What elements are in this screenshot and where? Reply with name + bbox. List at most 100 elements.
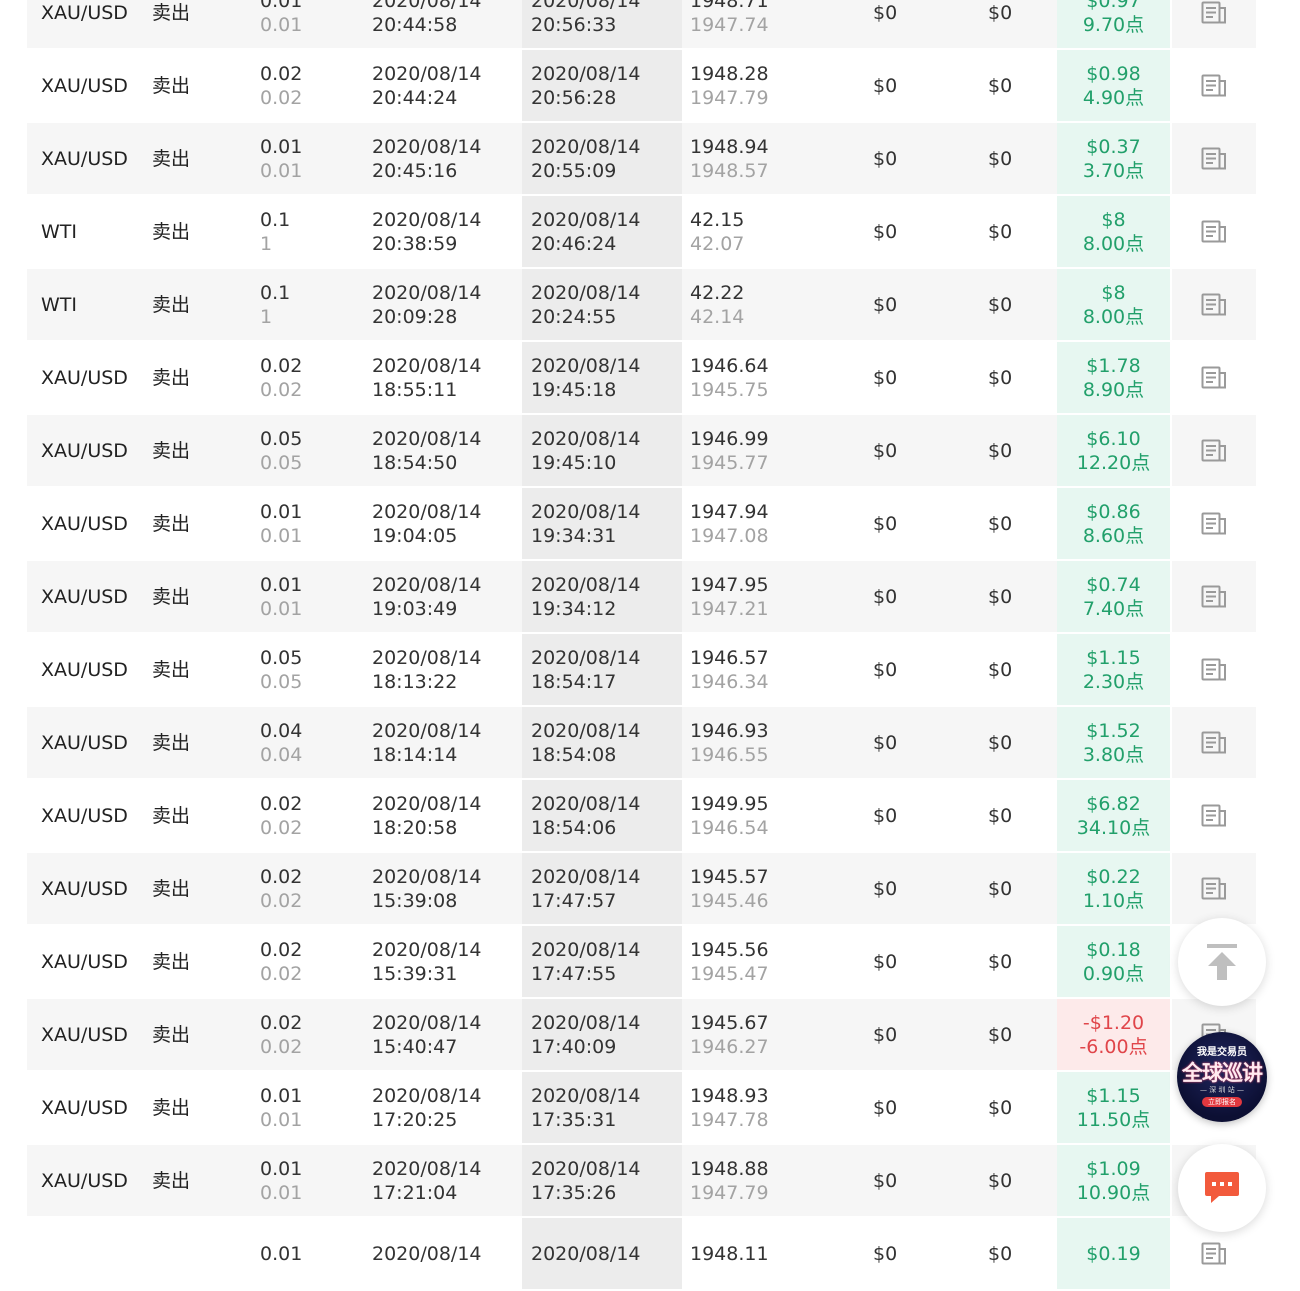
stop-loss: $0 bbox=[873, 950, 898, 973]
profit-points: 3.80点 bbox=[1082, 743, 1145, 766]
take-profit: $0 bbox=[988, 1242, 1013, 1265]
table-row: XAU/USD 卖出 0.01 0.01 2020/08/14 20:44:58… bbox=[27, 0, 1256, 50]
symbol-cell: XAU/USD bbox=[27, 561, 137, 632]
stop-loss-cell: $0 bbox=[827, 123, 941, 194]
lot-size-secondary: 0.04 bbox=[260, 743, 303, 766]
open-time: 18:55:11 bbox=[372, 378, 458, 401]
detail-action-cell bbox=[1172, 853, 1256, 924]
lot-size-secondary: 0.01 bbox=[260, 13, 303, 36]
document-icon[interactable] bbox=[1201, 1, 1227, 25]
open-date: 2020/08/14 bbox=[372, 573, 482, 596]
profit-cell: $0.18 0.90点 bbox=[1057, 926, 1170, 997]
direction-cell: 卖出 bbox=[137, 342, 249, 413]
open-time-cell: 2020/08/14 18:14:14 bbox=[362, 707, 522, 778]
symbol-cell: XAU/USD bbox=[27, 1072, 137, 1143]
close-time: 20:56:33 bbox=[531, 13, 617, 36]
profit-amount: $0.22 bbox=[1086, 865, 1141, 888]
stop-loss-cell: $0 bbox=[827, 634, 941, 705]
symbol-cell: XAU/USD bbox=[27, 1145, 137, 1216]
promo-subtitle: — 深 圳 站 — bbox=[1200, 1086, 1244, 1094]
symbol: XAU/USD bbox=[41, 585, 128, 608]
stop-loss: $0 bbox=[873, 1, 898, 24]
document-icon[interactable] bbox=[1201, 512, 1227, 536]
document-icon[interactable] bbox=[1201, 366, 1227, 390]
price-cell: 1948.93 1947.78 bbox=[682, 1072, 827, 1143]
price-cell: 1948.28 1947.79 bbox=[682, 50, 827, 121]
stop-loss-cell: $0 bbox=[827, 415, 941, 486]
symbol: XAU/USD bbox=[41, 512, 128, 535]
open-time: 20:38:59 bbox=[372, 232, 458, 255]
open-date: 2020/08/14 bbox=[372, 500, 482, 523]
lot-cell: 0.02 0.02 bbox=[249, 50, 362, 121]
open-date: 2020/08/14 bbox=[372, 1084, 482, 1107]
profit-points: 8.90点 bbox=[1082, 378, 1145, 401]
lot-cell: 0.01 0.01 bbox=[249, 561, 362, 632]
document-icon[interactable] bbox=[1201, 147, 1227, 171]
lot-size: 0.02 bbox=[260, 1011, 303, 1034]
profit-cell: $1.15 2.30点 bbox=[1057, 634, 1170, 705]
profit-cell: $0.22 1.10点 bbox=[1057, 853, 1170, 924]
detail-action-cell bbox=[1172, 123, 1256, 194]
direction: 卖出 bbox=[152, 950, 191, 973]
profit-points: 12.20点 bbox=[1076, 451, 1151, 474]
close-time: 20:56:28 bbox=[531, 86, 617, 109]
open-price: 1948.11 bbox=[690, 1242, 769, 1265]
table-row: XAU/USD 卖出 0.05 0.05 2020/08/14 18:13:22… bbox=[27, 634, 1256, 707]
profit-cell: -$1.20 -6.00点 bbox=[1057, 999, 1170, 1070]
document-icon[interactable] bbox=[1201, 1242, 1227, 1266]
open-time-cell: 2020/08/14 19:04:05 bbox=[362, 488, 522, 559]
stop-loss: $0 bbox=[873, 731, 898, 754]
table-row: WTI 卖出 0.1 1 2020/08/14 20:38:59 2020/08… bbox=[27, 196, 1256, 269]
open-price: 1945.67 bbox=[690, 1011, 769, 1034]
take-profit-cell: $0 bbox=[941, 561, 1057, 632]
open-date: 2020/08/14 bbox=[372, 135, 482, 158]
stop-loss-cell: $0 bbox=[827, 269, 941, 340]
lot-size-secondary: 0.05 bbox=[260, 670, 303, 693]
close-time: 18:54:17 bbox=[531, 670, 617, 693]
open-price: 1946.99 bbox=[690, 427, 769, 450]
document-icon[interactable] bbox=[1201, 439, 1227, 463]
document-icon[interactable] bbox=[1201, 804, 1227, 828]
stop-loss: $0 bbox=[873, 658, 898, 681]
close-time: 19:45:10 bbox=[531, 451, 617, 474]
take-profit: $0 bbox=[988, 439, 1013, 462]
chat-button[interactable] bbox=[1178, 1144, 1266, 1232]
stop-loss: $0 bbox=[873, 293, 898, 316]
direction: 卖出 bbox=[152, 512, 191, 535]
close-price: 1947.74 bbox=[690, 13, 769, 36]
open-date: 2020/08/14 bbox=[372, 281, 482, 304]
document-icon[interactable] bbox=[1201, 731, 1227, 755]
close-time-cell: 2020/08/14 20:46:24 bbox=[522, 196, 682, 267]
close-time-cell: 2020/08/14 20:56:33 bbox=[522, 0, 682, 48]
lot-size: 0.1 bbox=[260, 208, 291, 231]
stop-loss-cell: $0 bbox=[827, 1145, 941, 1216]
back-to-top-button[interactable] bbox=[1178, 918, 1266, 1006]
price-cell: 1949.95 1946.54 bbox=[682, 780, 827, 851]
profit-points: 8.60点 bbox=[1082, 524, 1145, 547]
direction: 卖出 bbox=[152, 147, 191, 170]
take-profit: $0 bbox=[988, 1, 1013, 24]
document-icon[interactable] bbox=[1201, 585, 1227, 609]
take-profit: $0 bbox=[988, 658, 1013, 681]
document-icon[interactable] bbox=[1201, 877, 1227, 901]
profit-cell: $0.86 8.60点 bbox=[1057, 488, 1170, 559]
take-profit: $0 bbox=[988, 147, 1013, 170]
open-time: 20:45:16 bbox=[372, 159, 458, 182]
take-profit-cell: $0 bbox=[941, 123, 1057, 194]
lot-size: 0.01 bbox=[260, 573, 303, 596]
stop-loss-cell: $0 bbox=[827, 780, 941, 851]
promo-badge[interactable]: 我是交易员 全球巡讲 — 深 圳 站 — 立即报名 bbox=[1177, 1032, 1267, 1122]
stop-loss-cell: $0 bbox=[827, 1072, 941, 1143]
take-profit-cell: $0 bbox=[941, 196, 1057, 267]
document-icon[interactable] bbox=[1201, 293, 1227, 317]
profit-cell: $1.09 10.90点 bbox=[1057, 1145, 1170, 1216]
document-icon[interactable] bbox=[1201, 74, 1227, 98]
document-icon[interactable] bbox=[1201, 658, 1227, 682]
document-icon[interactable] bbox=[1201, 220, 1227, 244]
stop-loss-cell: $0 bbox=[827, 342, 941, 413]
open-time: 18:13:22 bbox=[372, 670, 458, 693]
symbol-cell: XAU/USD bbox=[27, 415, 137, 486]
take-profit-cell: $0 bbox=[941, 780, 1057, 851]
symbol: XAU/USD bbox=[41, 877, 128, 900]
lot-cell: 0.02 0.02 bbox=[249, 780, 362, 851]
